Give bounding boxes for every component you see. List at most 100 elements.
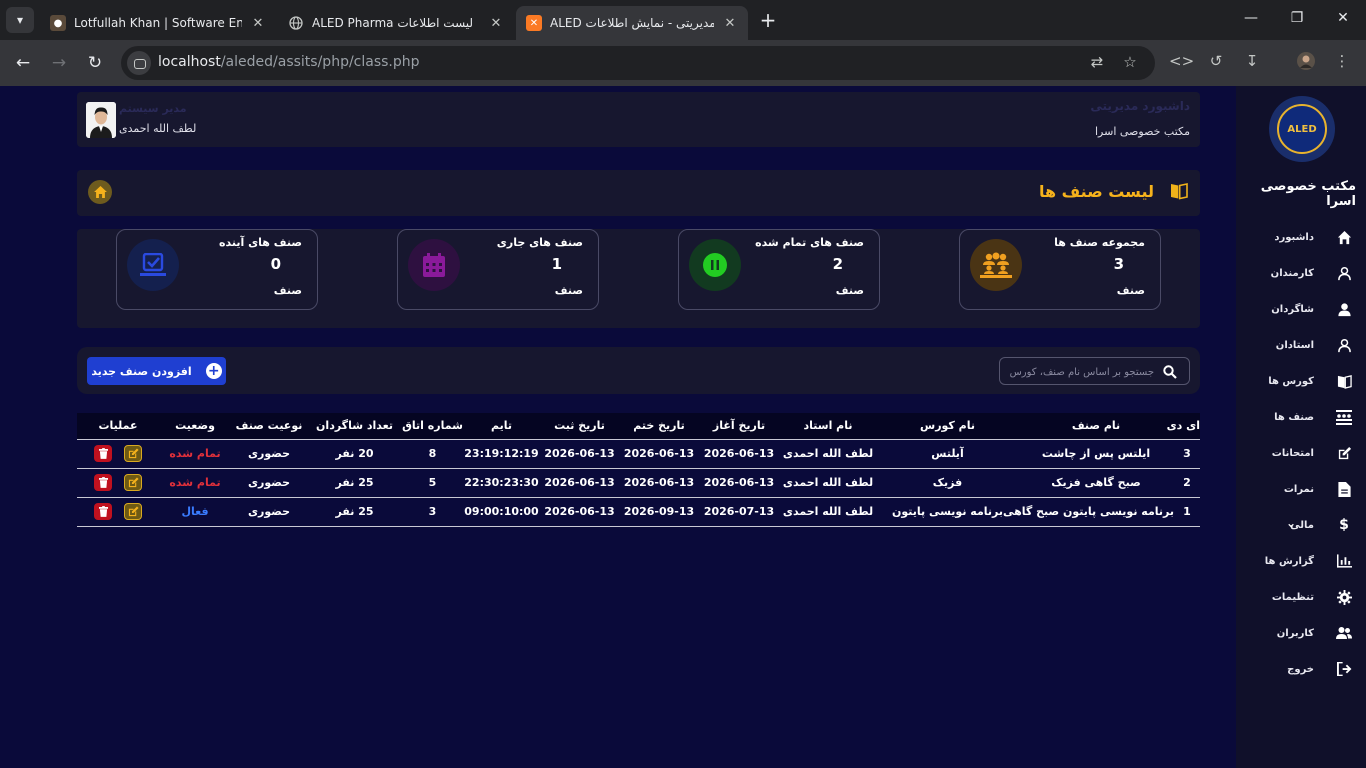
edit-button[interactable] (124, 445, 142, 462)
col-header[interactable]: تایم (463, 413, 540, 439)
col-header[interactable]: نام کورس (877, 413, 1018, 439)
edit-icon (128, 506, 139, 517)
forward-icon[interactable]: → (47, 52, 71, 74)
col-header[interactable]: تعداد شاگردان (307, 413, 402, 439)
users-icon (1336, 625, 1352, 641)
tab-title: ALED سیستم مدیریتی - نمایش اطلاعات (550, 16, 714, 30)
sidebar-item-teachers[interactable]: استادان (1236, 327, 1366, 363)
header-title: داشبورد مدیریتی (1090, 99, 1190, 113)
logout-icon (1336, 661, 1352, 677)
sidebar-item-users[interactable]: کاربران (1236, 615, 1366, 651)
col-header: عملیات (98, 419, 138, 433)
edit-icon (1336, 445, 1352, 461)
url-text[interactable]: localhost/aleded/assits/php/class.php (158, 54, 420, 70)
back-icon[interactable]: ← (11, 52, 35, 74)
stat-card-finished: صنف های تمام شده 2 صنف (678, 229, 880, 310)
checkbox-icon (127, 239, 179, 291)
download-icon[interactable]: ↧ (1241, 52, 1263, 70)
book-icon (1336, 373, 1352, 389)
translate-icon[interactable]: ⇄ (1087, 53, 1107, 71)
col-header[interactable]: تاریخ ختم (619, 413, 699, 439)
edit-button[interactable] (124, 503, 142, 520)
address-bar[interactable]: localhost/aleded/assits/php/class.php ⇄ … (121, 46, 1155, 80)
trash-icon (98, 448, 108, 459)
history-icon[interactable]: ↺ (1205, 52, 1227, 70)
new-tab-button[interactable]: + (758, 8, 778, 32)
col-header[interactable]: تاریخ ثبت (540, 413, 619, 439)
plus-circle-icon: + (205, 363, 222, 379)
col-header[interactable]: شماره اتاق (402, 413, 463, 439)
sidebar-item-exams[interactable]: امتحانات (1236, 435, 1366, 471)
sidebar-item-staff[interactable]: کارمندان (1236, 255, 1366, 291)
profile-favicon-icon: ● (50, 15, 66, 31)
col-header[interactable]: ای دی (1167, 413, 1200, 439)
add-class-button[interactable]: + افزودن صنف جدید (87, 357, 226, 385)
status-badge: تمام شده (169, 447, 221, 460)
page-title-card: لیست صنف ها (77, 170, 1200, 216)
toolbar-card: + افزودن صنف جدید (77, 347, 1200, 394)
table-row: 2 صبح گاهی فزیک فزیک لطف الله احمدی 2026… (77, 468, 1200, 497)
delete-button[interactable] (94, 474, 112, 491)
sidebar-item-classes[interactable]: صنف ها (1236, 399, 1366, 435)
col-header[interactable]: وضعیت (159, 413, 231, 439)
delete-button[interactable] (94, 445, 112, 462)
col-header[interactable]: تاریخ آغاز (699, 413, 779, 439)
edit-icon (128, 448, 139, 459)
close-tab-icon[interactable]: ✕ (488, 16, 504, 31)
table-row: 1 برنامه نویسی پایتون صبح گاهی برنامه نو… (77, 497, 1200, 526)
search-input[interactable] (1004, 362, 1154, 382)
search-field[interactable] (999, 357, 1190, 385)
sidebar-item-finance[interactable]: $ مالی ⌄ (1236, 507, 1366, 543)
tab-search-button[interactable]: ▾ (6, 7, 34, 33)
classroom-icon (1336, 409, 1352, 425)
avatar[interactable] (86, 102, 116, 138)
browser-toolbar: ← → ↻ localhost/aleded/assits/php/class.… (0, 40, 1366, 86)
sidebar-item-logout[interactable]: خروج (1236, 651, 1366, 687)
home-button[interactable] (88, 180, 112, 204)
stat-card-total: مجموعه صنف ها 3 صنف (959, 229, 1161, 310)
sidebar-item-settings[interactable]: تنظیمات (1236, 579, 1366, 615)
sidebar-item-courses[interactable]: کورس ها (1236, 363, 1366, 399)
trash-icon (98, 506, 108, 517)
chevron-down-icon: ⌄ (1286, 516, 1297, 530)
col-header[interactable]: نام استاد (779, 413, 877, 439)
stat-card-upcoming: صنف های آینده 0 صنف (116, 229, 318, 310)
table-header-row: ای دی نام صنف نام کورس نام استاد تاریخ آ… (77, 413, 1200, 439)
sidebar-item-students[interactable]: شاگردان (1236, 291, 1366, 327)
page: ALED مکتب خصوصی اسرا داشبورد کارمندان شا… (0, 86, 1366, 768)
col-header[interactable]: نوعیت صنف (231, 413, 307, 439)
user-role: مدیر سیستم (119, 102, 187, 115)
restore-icon[interactable]: ❐ (1287, 10, 1307, 26)
browser-tab-3[interactable]: ✕ ALED سیستم مدیریتی - نمایش اطلاعات ✕ (516, 6, 748, 40)
close-tab-icon[interactable]: ✕ (722, 16, 738, 31)
profile-avatar-icon[interactable] (1295, 52, 1317, 74)
devtools-icon[interactable]: <> (1169, 52, 1194, 70)
home-icon (93, 186, 107, 198)
minimize-icon[interactable]: — (1241, 10, 1261, 26)
browser-tab-1[interactable]: ● Lotfullah Khan | Software Engine ✕ (40, 6, 276, 40)
classes-table: ای دی نام صنف نام کورس نام استاد تاریخ آ… (77, 413, 1200, 527)
top-header: داشبورد مدیریتی مکتب خصوصی اسرا مدیر سیس… (77, 92, 1200, 147)
sidebar-item-reports[interactable]: گزارش ها (1236, 543, 1366, 579)
browser-menu-icon[interactable]: ⋮ (1331, 52, 1353, 70)
globe-icon (288, 15, 304, 31)
calendar-icon (408, 239, 460, 291)
site-info-icon[interactable] (127, 51, 151, 75)
sidebar-menu: داشبورد کارمندان شاگردان استادان کورس ها… (1236, 219, 1366, 687)
bookmark-star-icon[interactable]: ☆ (1120, 53, 1140, 71)
page-title: لیست صنف ها (1038, 182, 1154, 201)
close-window-icon[interactable]: ✕ (1333, 10, 1353, 26)
reload-icon[interactable]: ↻ (83, 52, 107, 74)
trash-icon (98, 477, 108, 488)
edit-button[interactable] (124, 474, 142, 491)
sidebar-item-grades[interactable]: نمرات (1236, 471, 1366, 507)
user-icon (1336, 301, 1352, 317)
browser-tabbar: ▾ ● Lotfullah Khan | Software Engine ✕ A… (0, 0, 1366, 40)
delete-button[interactable] (94, 503, 112, 520)
tab-title: Lotfullah Khan | Software Engine (74, 16, 242, 30)
sidebar-item-dashboard[interactable]: داشبورد (1236, 219, 1366, 255)
col-header[interactable]: نام صنف (1018, 413, 1174, 439)
stat-card-current: صنف های جاری 1 صنف (397, 229, 599, 310)
close-tab-icon[interactable]: ✕ (250, 16, 266, 31)
browser-tab-2[interactable]: ALED Pharma لیست اطلاعات ✕ (278, 6, 514, 40)
